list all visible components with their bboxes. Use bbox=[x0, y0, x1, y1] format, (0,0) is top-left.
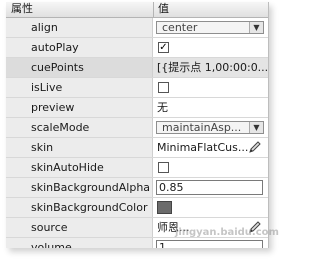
autoplay-checkbox[interactable]: ✓ bbox=[158, 42, 169, 53]
property-row-cuepoints[interactable]: cuePoints [{提示点 1,00:00:0... bbox=[6, 58, 268, 78]
properties-header: 属性 值 bbox=[6, 2, 268, 18]
property-row-scalemode: scaleMode maintainAsp... ▼ bbox=[6, 118, 268, 138]
property-name: align bbox=[6, 18, 153, 37]
scalemode-dropdown[interactable]: maintainAsp... ▼ bbox=[156, 121, 264, 134]
property-row-preview: preview 无 bbox=[6, 98, 268, 118]
property-name: cuePoints bbox=[6, 58, 153, 77]
property-name: source bbox=[6, 218, 153, 237]
preview-value[interactable]: 无 bbox=[154, 98, 268, 117]
dropdown-arrow-icon[interactable]: ▼ bbox=[249, 22, 263, 33]
property-name: volume bbox=[6, 238, 153, 248]
property-row-skinbackgroundcolor: skinBackgroundColor bbox=[6, 198, 268, 218]
property-row-skinbackgroundalpha: skinBackgroundAlpha 0.85 bbox=[6, 178, 268, 198]
property-name: skinBackgroundAlpha bbox=[6, 178, 153, 197]
name-column-header: 属性 bbox=[11, 2, 33, 15]
property-row-align: align center ▼ bbox=[6, 18, 268, 38]
pencil-icon[interactable] bbox=[248, 220, 262, 234]
property-name: scaleMode bbox=[6, 118, 153, 137]
property-row-skinautohide: skinAutoHide bbox=[6, 158, 268, 178]
property-name: isLive bbox=[6, 78, 153, 97]
property-row-source: source 师恩... bbox=[6, 218, 268, 238]
dropdown-value: maintainAsp... bbox=[162, 121, 242, 134]
skinautohide-checkbox[interactable] bbox=[158, 162, 169, 173]
property-row-autoplay: autoPlay ✓ bbox=[6, 38, 268, 58]
property-name: skin bbox=[6, 138, 153, 157]
skinbackgroundalpha-input[interactable]: 0.85 bbox=[156, 180, 263, 195]
checkmark-icon: ✓ bbox=[159, 42, 168, 53]
pencil-icon[interactable] bbox=[248, 140, 262, 154]
property-row-islive: isLive bbox=[6, 78, 268, 98]
property-row-skin: skin MinimaFlatCus... bbox=[6, 138, 268, 158]
dropdown-value: center bbox=[162, 21, 198, 34]
cuepoints-value[interactable]: [{提示点 1,00:00:0... bbox=[154, 58, 268, 77]
volume-input[interactable]: 1 bbox=[156, 240, 263, 248]
property-name: autoPlay bbox=[6, 38, 153, 57]
property-name: skinAutoHide bbox=[6, 158, 153, 177]
value-column-header: 值 bbox=[153, 2, 169, 17]
color-swatch[interactable] bbox=[157, 201, 172, 214]
islive-checkbox[interactable] bbox=[158, 82, 169, 93]
dropdown-arrow-icon[interactable]: ▼ bbox=[249, 122, 263, 133]
property-row-volume: volume 1 bbox=[6, 238, 268, 248]
property-name: skinBackgroundColor bbox=[6, 198, 153, 217]
properties-panel: 属性 值 align center ▼ autoPlay ✓ cuePoints… bbox=[6, 2, 269, 248]
property-name: preview bbox=[6, 98, 153, 117]
align-dropdown[interactable]: center ▼ bbox=[156, 21, 264, 34]
